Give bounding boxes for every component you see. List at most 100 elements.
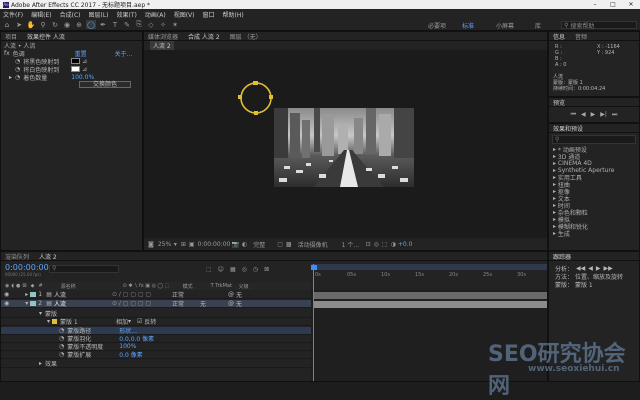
layer-name[interactable]: 人流 [54,290,112,299]
mask-row[interactable]: ▾ 蒙版 1 相加 ▾ ☑ 反转 [1,318,311,326]
stopwatch-icon[interactable]: ◔ [15,66,20,73]
layer-parent[interactable]: 无 [236,290,242,299]
stopwatch-icon[interactable]: ◔ [59,351,64,358]
menu-layer[interactable]: 图层(L) [89,10,109,19]
resolution-dropdown[interactable]: 完整 [253,240,277,249]
menu-view[interactable]: 视图(V) [174,10,195,19]
draft-3d-icon[interactable]: ⬚ [206,266,212,273]
first-frame-icon[interactable]: ⏮ [571,111,576,119]
tab-media-browser[interactable]: 媒体浏览器 [148,32,178,41]
workspace-small-screen[interactable]: 小屏幕 [496,21,514,30]
mask-target-value[interactable]: 蒙版 1 [575,280,593,289]
expand-arrow-icon[interactable]: ▾ [25,300,28,307]
close-button[interactable]: ✕ [622,0,640,9]
menu-edit[interactable]: 编辑(E) [31,10,51,19]
show-channel-icon[interactable]: ◐ [242,241,247,248]
timeline-search-input[interactable]: ⚲ [49,265,119,273]
col-trkmat[interactable]: T TrkMat [211,283,239,289]
zoom-dropdown[interactable]: 25% [158,241,174,248]
tab-timeline-comp[interactable]: 人流 2 [39,252,57,261]
eye-icon[interactable]: ◉ [4,291,9,298]
stopwatch-icon[interactable]: ◔ [59,335,64,342]
layer-row-selected[interactable]: ◉ ▾ 2 ▤ 人流 ⊙ ∕ ▢ ▢ ▢ ▢ 正常 无 @ 无 [1,300,311,308]
col-mode[interactable]: 模式 [183,283,211,290]
swap-colors-button[interactable]: 交换颜色 [79,81,131,88]
toggle-pixel-icon[interactable]: ⊡ [366,241,371,248]
pan-behind-tool-icon[interactable]: ⊕ [74,20,84,29]
help-search-input[interactable]: ⚲ 搜索帮助 [561,21,637,30]
eraser-tool-icon[interactable]: ◇ [146,20,156,29]
layer-parent[interactable]: 无 [236,299,242,308]
layer-name[interactable]: 人流 [54,299,112,308]
tab-project[interactable]: 项目 [5,32,17,41]
ellipse-tool-icon[interactable]: ◯ [86,20,96,29]
lock-icon[interactable]: ⊠ [264,266,269,273]
eyedropper-icon[interactable]: ⊿ [82,66,87,73]
col-source-name[interactable]: 源名称 [61,283,123,290]
mask-visibility-icon[interactable]: ▣ [189,241,195,248]
map-white-swatch[interactable] [71,66,81,72]
layer-switches[interactable]: ⊙ ∕ ▢ ▢ ▢ ▢ [112,300,172,307]
effects-search-input[interactable]: ⚲ [552,135,636,144]
mask-mode[interactable]: 相加 [116,317,128,326]
effect-category[interactable]: ▸ 3D 通道 [549,153,639,161]
effects-group-row[interactable]: ▸ 效果 [1,360,311,368]
work-area-bar[interactable] [311,264,547,270]
mask-opacity-value[interactable]: 100% [119,343,136,350]
snapshot-icon[interactable]: 📷 [232,241,239,248]
region-of-interest-icon[interactable]: ▢ [277,241,283,248]
clone-tool-icon[interactable]: ⎘ [134,20,144,29]
puppet-tool-icon[interactable]: ✶ [170,20,180,29]
mask-feather-value[interactable]: 0.0,0.0 像素 [119,334,154,343]
prev-frame-icon[interactable]: ◀ [581,111,586,119]
3d-draft-icon[interactable]: ⬚ [382,241,388,248]
expand-arrow-icon[interactable]: ▸ [9,74,12,81]
stopwatch-icon[interactable]: ◔ [59,343,64,350]
pickwhip-icon[interactable]: @ [228,300,234,307]
mask-expansion-value[interactable]: 0.0 像素 [119,350,142,359]
time-ruler[interactable]: 0s 05s 10s 15s 20s 25s 30s [311,264,547,282]
layer-mode[interactable]: 正常 [172,290,200,299]
roto-tool-icon[interactable]: ✧ [158,20,168,29]
stopwatch-icon[interactable]: ◔ [59,327,64,334]
brush-tool-icon[interactable]: ✎ [122,20,132,29]
layer-row[interactable]: ◉ ▸ 1 ▤ 人流 ⊙ ∕ ▢ ▢ ▢ ▢ 正常 @ 无 [1,291,311,299]
selection-tool-icon[interactable]: ➤ [14,20,24,29]
about-link[interactable]: 关于... [115,49,133,58]
tab-audio[interactable]: 音频 [575,32,587,41]
menu-animation[interactable]: 动画(A) [145,10,166,19]
expand-arrow-icon[interactable]: ▸ [39,360,42,367]
analyze-back-one-icon[interactable]: ◀ [588,265,593,272]
amount-value[interactable]: 100.0% [71,74,94,81]
effect-category[interactable]: ▸ 生成 [549,230,639,238]
camera-tool-icon[interactable]: ◉ [62,20,72,29]
eyedropper-icon[interactable]: ⊿ [82,58,87,65]
expand-arrow-icon[interactable]: ▾ [39,310,42,317]
maximize-button[interactable]: □ [604,0,622,9]
tab-render-queue[interactable]: 渲染队列 [5,252,29,261]
graph-editor-icon[interactable]: ◷ [253,266,258,273]
col-parent[interactable]: 父级 [239,283,249,290]
layer-trkmat[interactable]: 无 [200,299,228,308]
camera-dropdown[interactable]: 活动摄像机 [298,240,342,249]
viewer-timecode[interactable]: 0:00:00:00 [198,241,232,248]
tab-effect-controls[interactable]: 效果控件 人流 [27,32,65,41]
workspace-libraries[interactable]: 库 [535,21,541,30]
hand-tool-icon[interactable]: ✋ [26,20,36,29]
motion-blur-icon[interactable]: ◎ [374,241,379,248]
next-frame-icon[interactable]: ▶| [600,111,607,119]
tab-layer[interactable]: 图层 （无） [230,32,262,41]
home-icon[interactable]: ⌂ [2,20,12,29]
comp-flow-label[interactable]: 人流 2 [150,41,174,50]
label-color-chip[interactable] [30,292,37,297]
map-black-swatch[interactable] [71,58,81,64]
last-frame-icon[interactable]: ⏭ [612,111,617,119]
analyze-back-icon[interactable]: ◀◀ [576,265,585,272]
tab-info[interactable]: 信息 [553,32,565,41]
label-color-chip[interactable] [30,301,37,306]
grid-icon[interactable]: ⊞ [181,241,186,248]
layer-mode[interactable]: 正常 [172,299,200,308]
mask-feather-row[interactable]: ◔ 蒙版羽化 0.0,0.0 像素 [1,335,311,343]
play-icon[interactable]: ▶ [591,111,596,119]
analyze-forward-icon[interactable]: ▶▶ [604,265,613,272]
